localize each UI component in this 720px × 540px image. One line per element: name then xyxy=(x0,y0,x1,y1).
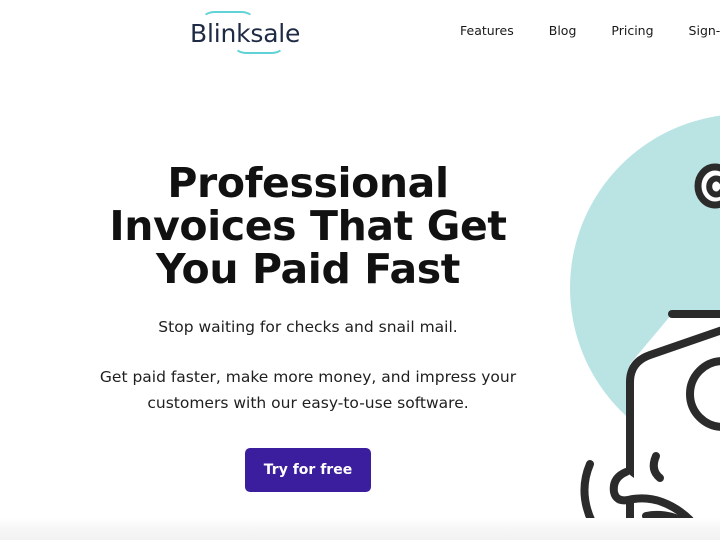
headline-line-3: You Paid Fast xyxy=(156,245,460,293)
hero-section: Professional Invoices That Get You Paid … xyxy=(0,64,616,492)
bottom-section-divider xyxy=(0,518,720,540)
nav-item-blog[interactable]: Blog xyxy=(549,23,577,38)
hero-description-line-2: customers with our easy-to-use software. xyxy=(147,394,469,412)
nav-item-pricing[interactable]: Pricing xyxy=(611,23,653,38)
main-navigation: Features Blog Pricing Sign-in (Classic xyxy=(460,23,720,38)
headline-line-1: Professional xyxy=(167,159,449,207)
hero-description: Get paid faster, make more money, and im… xyxy=(0,364,616,416)
nav-item-features[interactable]: Features xyxy=(460,23,514,38)
cta-container: Try for free xyxy=(0,448,616,492)
arc-bottom-icon xyxy=(234,38,284,54)
nav-item-sign-in-classic[interactable]: Sign-in (Classic xyxy=(689,23,720,38)
page-title: Professional Invoices That Get You Paid … xyxy=(0,162,616,291)
hero-description-line-1: Get paid faster, make more money, and im… xyxy=(99,368,517,386)
hero-subheading: Stop waiting for checks and snail mail. xyxy=(158,318,458,336)
try-for-free-button[interactable]: Try for free xyxy=(245,448,371,492)
site-header: Blinksale Features Blog Pricing Sign-in … xyxy=(0,0,720,64)
headline-line-2: Invoices That Get xyxy=(109,202,507,250)
logo[interactable]: Blinksale xyxy=(190,11,300,54)
